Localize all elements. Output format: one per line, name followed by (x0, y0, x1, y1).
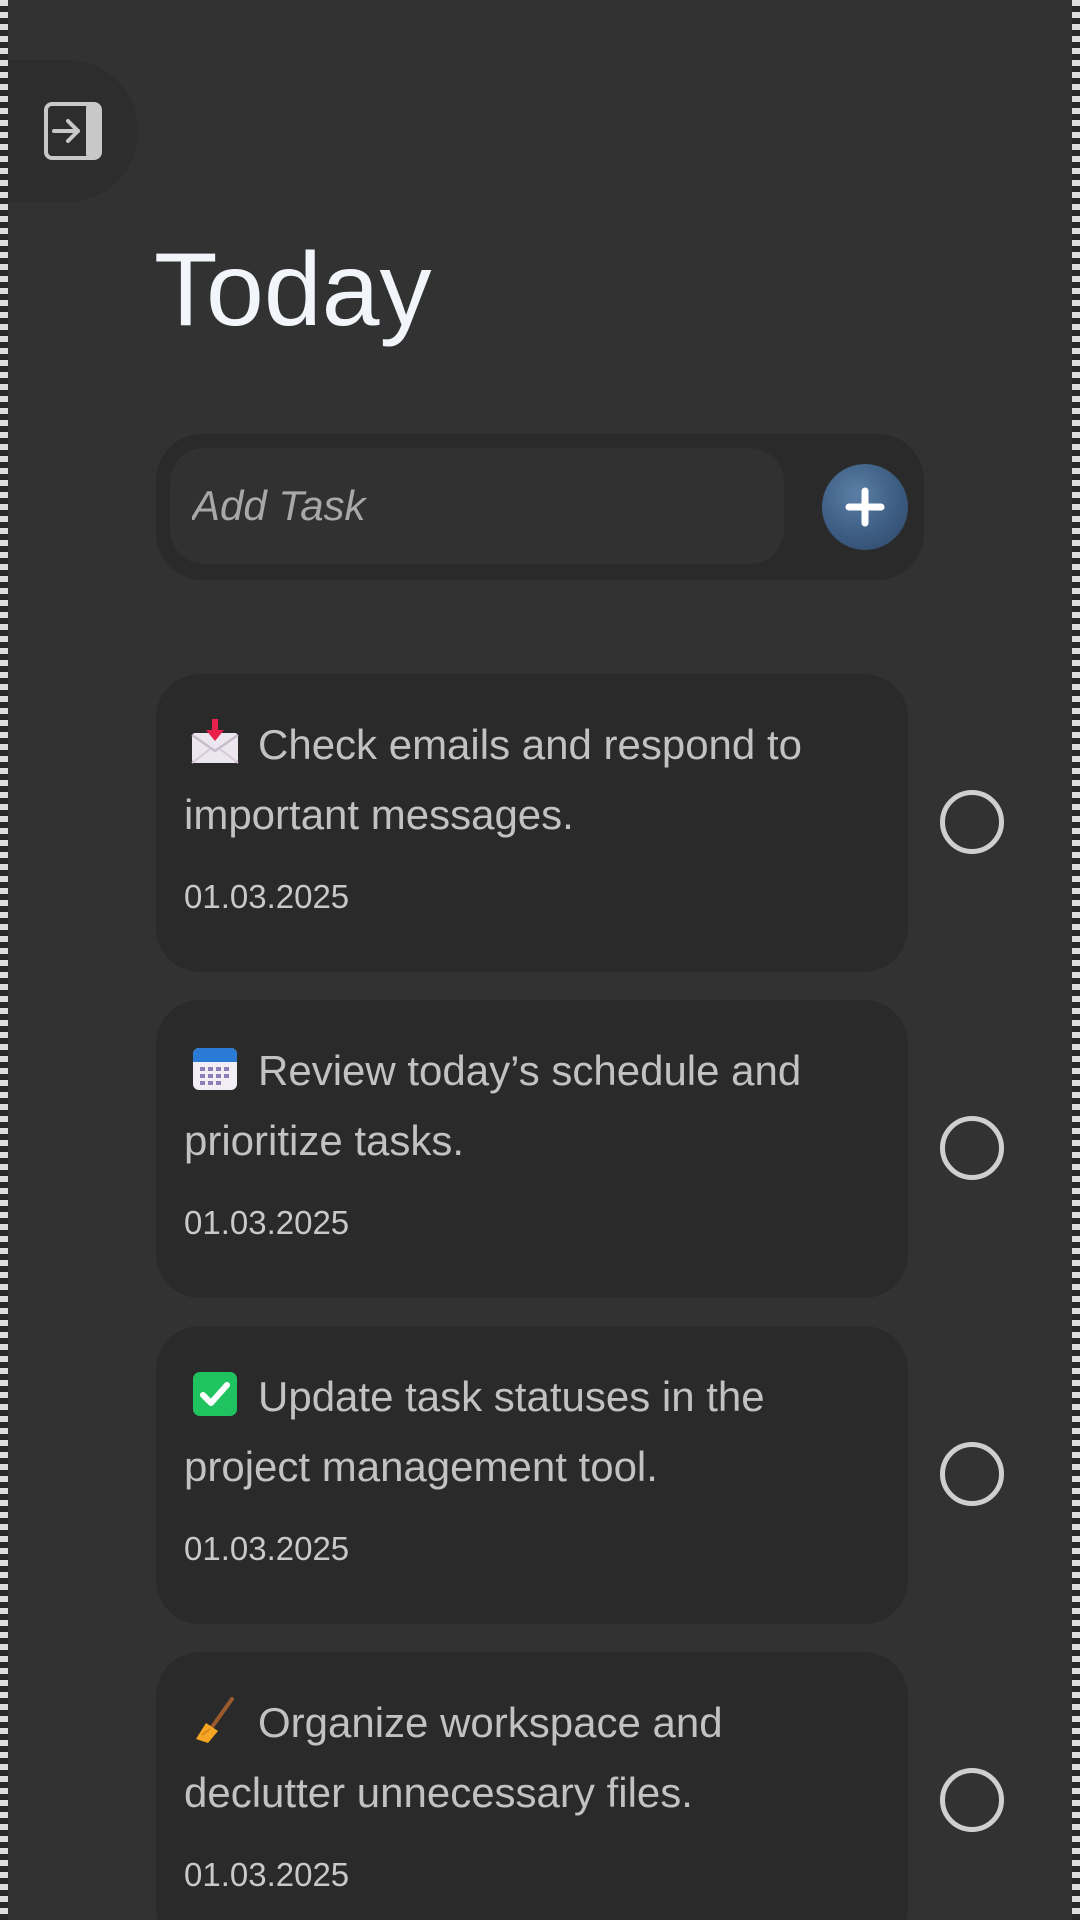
task-complete-checkbox[interactable] (940, 1768, 1004, 1832)
task-row: Organize workspace and declutter unneces… (156, 1652, 1036, 1920)
add-task-input[interactable] (170, 448, 784, 564)
task-list: Check emails and respond to important me… (156, 674, 1036, 1920)
task-text: Check emails and respond to important me… (184, 721, 802, 838)
add-task-bar (156, 434, 924, 580)
sidebar-toggle-button[interactable] (8, 60, 138, 202)
task-row: Review today’s schedule and prioritize t… (156, 1000, 1036, 1298)
app-window: Today Check emails an (8, 0, 1072, 1920)
task-card[interactable]: Check emails and respond to important me… (156, 674, 908, 972)
task-text: Organize workspace and declutter unneces… (184, 1699, 723, 1816)
task-row: Update task statuses in the project mana… (156, 1326, 1036, 1624)
task-date: 01.03.2025 (184, 878, 350, 915)
calendar-icon (193, 1048, 237, 1090)
task-date: 01.03.2025 (184, 1530, 350, 1567)
task-date: 01.03.2025 (184, 1204, 350, 1241)
page-title: Today (154, 232, 432, 348)
plus-icon (845, 487, 885, 527)
task-text: Update task statuses in the project mana… (184, 1373, 765, 1490)
incoming-envelope-icon (191, 719, 239, 764)
task-complete-checkbox[interactable] (940, 790, 1004, 854)
task-card[interactable]: Review today’s schedule and prioritize t… (156, 1000, 908, 1298)
check-mark-button-icon (193, 1372, 237, 1416)
task-complete-checkbox[interactable] (940, 1442, 1004, 1506)
left-dashed-border (0, 0, 8, 1920)
add-task-button[interactable] (822, 464, 908, 550)
right-dashed-border (1072, 0, 1080, 1920)
task-card[interactable]: Organize workspace and declutter unneces… (156, 1652, 908, 1920)
task-row: Check emails and respond to important me… (156, 674, 1036, 972)
broom-icon (196, 1697, 234, 1743)
task-complete-checkbox[interactable] (940, 1116, 1004, 1180)
task-text: Review today’s schedule and prioritize t… (184, 1047, 802, 1164)
sign-in-icon (44, 102, 102, 160)
task-date: 01.03.2025 (184, 1856, 350, 1893)
task-card[interactable]: Update task statuses in the project mana… (156, 1326, 908, 1624)
